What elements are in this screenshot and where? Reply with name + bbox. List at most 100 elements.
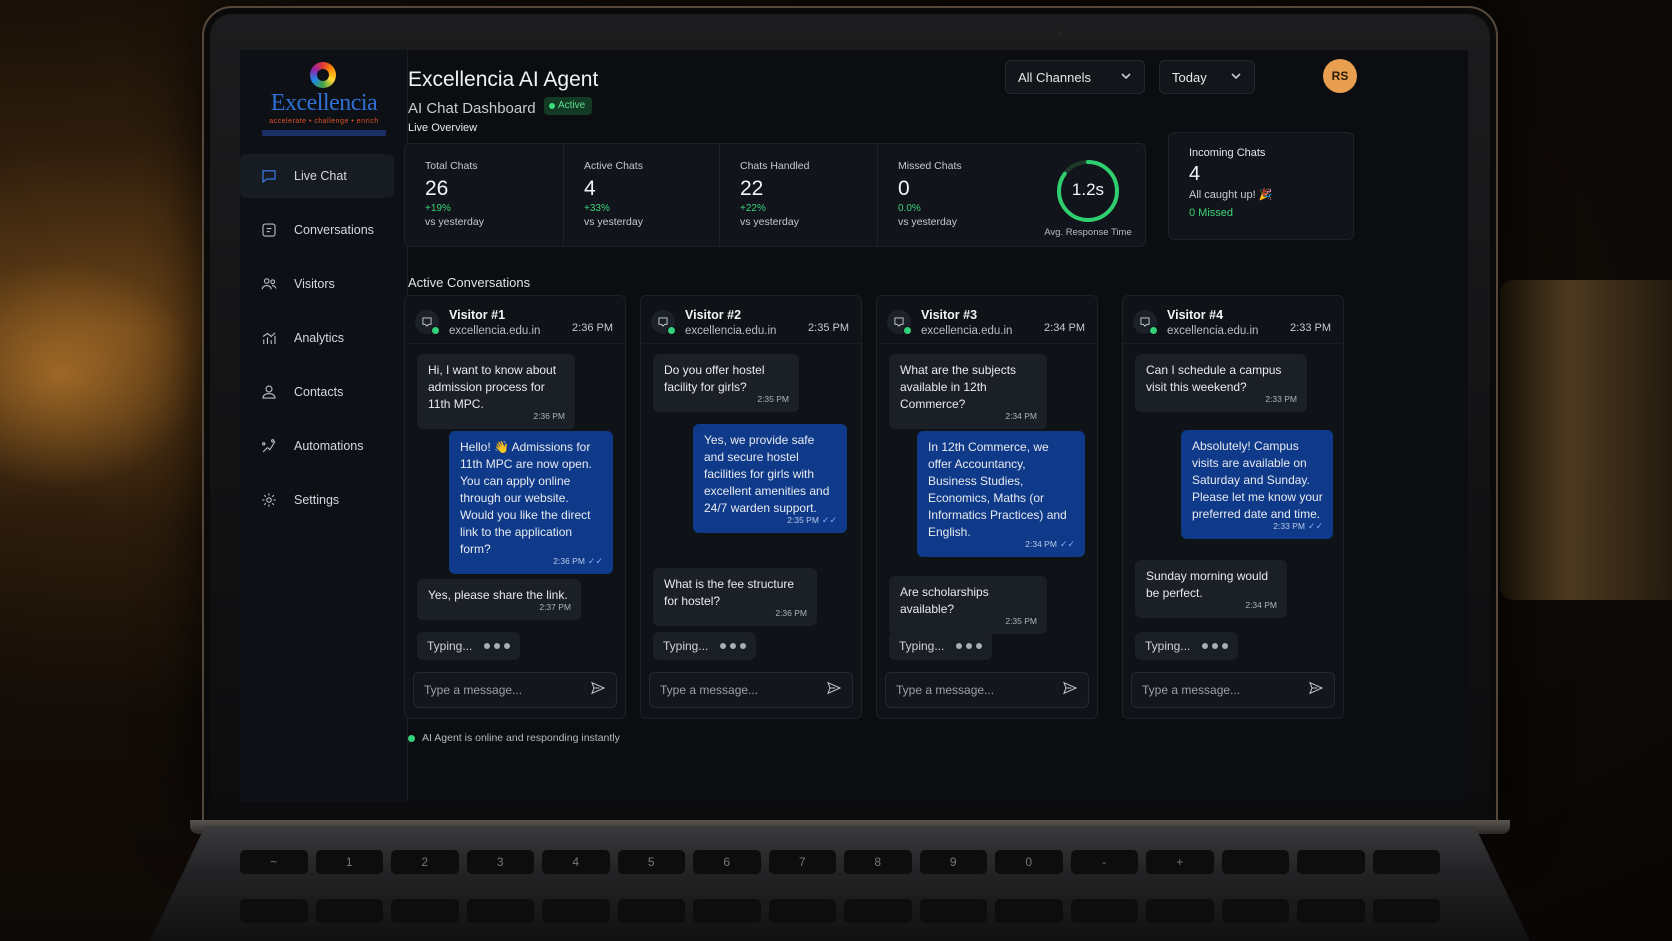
incoming-label: Incoming Chats xyxy=(1189,147,1266,159)
double-check-icon: ✓✓ xyxy=(587,556,603,566)
key: 3 xyxy=(466,850,534,874)
conversation-card-3[interactable]: Visitor #3 excellencia.edu.in 2:34 PM Wh… xyxy=(876,295,1098,719)
sidebar-item-contacts[interactable]: Contacts xyxy=(240,370,408,414)
key xyxy=(1221,850,1289,874)
message-time-row: 2:36 PM ✓✓ xyxy=(460,556,603,566)
lamp-glow xyxy=(0,260,200,490)
message-outgoing: Yes, we provide safe and secure hostel f… xyxy=(693,424,847,533)
visitor-time: 2:35 PM xyxy=(808,322,849,334)
message-text: Hello! 👋 Admissions for 11th MPC are now… xyxy=(460,440,592,556)
gear-icon xyxy=(258,489,280,511)
send-icon[interactable] xyxy=(590,680,606,701)
typing-text: Typing... xyxy=(1145,639,1191,653)
incoming-value: 4 xyxy=(1189,163,1201,185)
logo-ring-icon xyxy=(310,62,336,88)
channel-filter-dropdown[interactable]: All Channels xyxy=(1005,60,1145,94)
main-content: Excellencia AI Agent AI Chat Dashboard A… xyxy=(404,50,1468,802)
sidebar-item-automations[interactable]: Automations xyxy=(240,424,408,468)
chat-bubble-icon xyxy=(258,165,280,187)
sidebar-item-label: Analytics xyxy=(294,331,345,345)
send-icon[interactable] xyxy=(1062,680,1078,701)
stat-value: 4 xyxy=(584,177,596,200)
stat-foot: vs yesterday xyxy=(425,216,484,228)
message-incoming: What are the subjects available in 12th … xyxy=(889,354,1047,429)
message-time: 2:34 PM xyxy=(1245,600,1277,610)
visitor-avatar-icon xyxy=(887,310,912,335)
key: 9 xyxy=(919,850,987,874)
message-outgoing: Absolutely! Campus visits are available … xyxy=(1181,430,1333,539)
conversation-card-2[interactable]: Visitor #2 excellencia.edu.in 2:35 PM Do… xyxy=(640,295,862,719)
key: 6 xyxy=(693,850,761,874)
sidebar-item-visitors[interactable]: Visitors xyxy=(240,262,408,306)
key xyxy=(1070,899,1138,923)
stat-change: +22% xyxy=(740,203,766,214)
sidebar-item-label: Live Chat xyxy=(294,169,347,183)
stat-change: 0.0% xyxy=(898,203,921,214)
message-input[interactable] xyxy=(1142,683,1292,697)
message-time-row: 2:35 PM ✓✓ xyxy=(704,515,837,525)
message-input[interactable] xyxy=(660,683,810,697)
visitor-name: Visitor #2 xyxy=(685,308,742,322)
message-text: In 12th Commerce, we offer Accountancy, … xyxy=(928,440,1067,539)
message-time: 2:35 PM xyxy=(757,394,789,404)
send-icon[interactable] xyxy=(826,680,842,701)
message-input[interactable] xyxy=(424,683,574,697)
message-text: Absolutely! Campus visits are available … xyxy=(1192,439,1323,521)
sidebar-item-label: Contacts xyxy=(294,385,344,399)
page-title: Excellencia AI Agent xyxy=(408,68,599,91)
key xyxy=(693,899,761,923)
card-header: Visitor #4 excellencia.edu.in 2:33 PM xyxy=(1123,296,1343,344)
conversation-card-4[interactable]: Visitor #4 excellencia.edu.in 2:33 PM Ca… xyxy=(1122,295,1344,719)
key xyxy=(1146,899,1214,923)
stat-total-chats: Total Chats 26 +19% vs yesterday xyxy=(405,144,561,246)
user-avatar[interactable]: RS xyxy=(1323,59,1357,93)
key: 7 xyxy=(768,850,836,874)
message-input[interactable] xyxy=(896,683,1046,697)
key xyxy=(1297,899,1365,923)
visitor-avatar-icon xyxy=(1133,310,1158,335)
message-time-row: 2:33 PM ✓✓ xyxy=(1192,521,1323,531)
key xyxy=(1372,850,1440,874)
stat-value: 22 xyxy=(740,177,764,200)
sidebar-item-analytics[interactable]: Analytics xyxy=(240,316,408,360)
message-incoming: Yes, please share the link. 2:37 PM xyxy=(417,579,581,620)
message-incoming: Are scholarships available? 2:35 PM xyxy=(889,576,1047,634)
visitor-avatar-icon xyxy=(651,310,676,335)
sidebar: Excellencia accelerate • challenge • enr… xyxy=(240,50,408,802)
double-check-icon: ✓✓ xyxy=(1307,521,1323,531)
stats-panel: Total Chats 26 +19% vs yesterday Active … xyxy=(404,143,1146,247)
response-time-gauge: 1.2s Avg. Response Time xyxy=(1033,158,1143,242)
sidebar-item-conversations[interactable]: Conversations xyxy=(240,208,408,252)
send-icon[interactable] xyxy=(1308,680,1324,701)
response-time-value: 1.2s xyxy=(1071,180,1105,199)
stat-value: 0 xyxy=(898,177,910,200)
key xyxy=(315,899,383,923)
camera xyxy=(1057,31,1063,37)
message-time: 2:36 PM xyxy=(775,608,807,618)
key: - xyxy=(1070,850,1138,874)
date-filter-dropdown[interactable]: Today xyxy=(1159,60,1255,94)
message-time-row: 2:34 PM ✓✓ xyxy=(928,539,1075,549)
key xyxy=(844,899,912,923)
incoming-note: All caught up! 🎉 xyxy=(1189,189,1273,201)
visitor-name: Visitor #1 xyxy=(449,308,506,322)
sidebar-item-live-chat[interactable]: Live Chat xyxy=(240,154,394,198)
message-text: Hi, I want to know about admission proce… xyxy=(428,363,557,411)
conversation-card-1[interactable]: Visitor #1 excellencia.edu.in 2:36 PM Hi… xyxy=(404,295,626,719)
stat-value: 26 xyxy=(425,177,449,200)
key xyxy=(466,899,534,923)
chevron-down-icon xyxy=(1120,70,1132,85)
message-time: 2:37 PM xyxy=(539,602,571,612)
typing-dots-icon xyxy=(720,643,747,649)
message-incoming: Can I schedule a campus visit this weeke… xyxy=(1135,354,1307,412)
typing-dots-icon xyxy=(1202,643,1229,649)
stat-label: Total Chats xyxy=(425,160,478,172)
chevron-down-icon xyxy=(1230,70,1242,85)
message-text: Do you offer hostel facility for girls? xyxy=(664,363,765,394)
message-incoming: Do you offer hostel facility for girls? … xyxy=(653,354,799,412)
users-icon xyxy=(258,273,280,295)
key: 4 xyxy=(542,850,610,874)
sidebar-item-settings[interactable]: Settings xyxy=(240,478,408,522)
visitor-time: 2:33 PM xyxy=(1290,322,1331,334)
brand-logo[interactable]: Excellencia accelerate • challenge • enr… xyxy=(262,60,386,138)
